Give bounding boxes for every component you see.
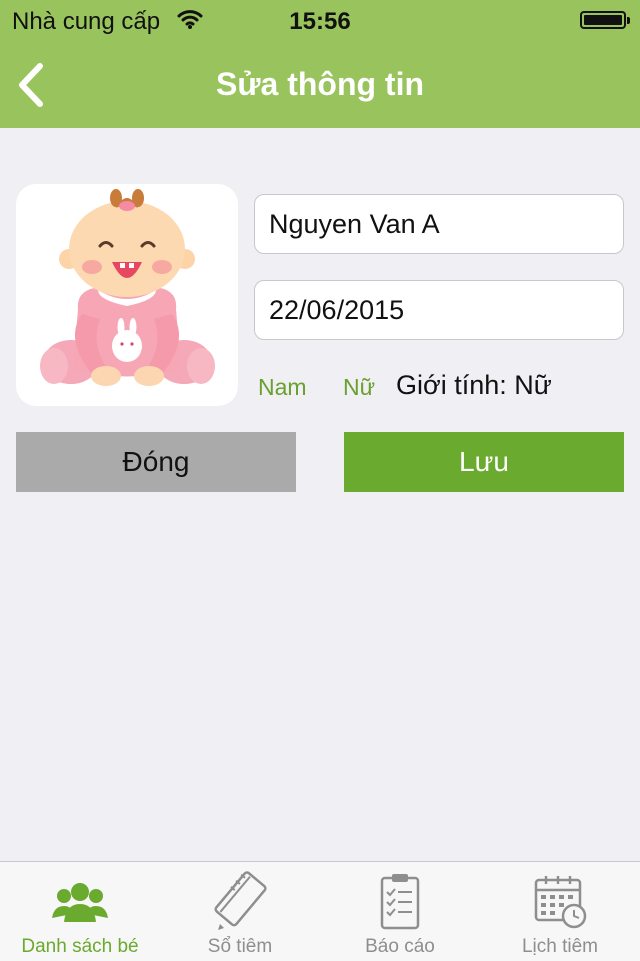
page-title: Sửa thông tin	[215, 66, 425, 102]
navigation-bar: Nhà cung cấp 15:56 Sửa thông tin	[0, 0, 640, 128]
notebook-pen-icon	[214, 871, 267, 930]
baby-illustration	[40, 189, 215, 386]
gender-label: Giới tính: Nữ	[396, 370, 552, 400]
tab-vaccination-schedule[interactable]: Lịch tiêm	[480, 862, 640, 961]
tab-bar: Danh sách bé Sổ tiêm Báo cáo Lịch tiêm	[0, 861, 640, 961]
gender-option-male[interactable]: Nam	[258, 374, 307, 401]
date-of-birth-input[interactable]: 22/06/2015	[254, 280, 624, 340]
tab-label: Sổ tiêm	[207, 936, 273, 957]
name-input[interactable]: Nguyen Van A	[254, 194, 624, 254]
close-button[interactable]: Đóng	[16, 432, 296, 492]
tab-label: Báo cáo	[365, 936, 435, 957]
status-time: 15:56	[289, 8, 351, 35]
tab-label: Danh sách bé	[21, 936, 139, 957]
tab-report[interactable]: Báo cáo	[320, 862, 480, 961]
tab-vaccination-book[interactable]: Sổ tiêm	[160, 862, 320, 961]
tab-label: Lịch tiêm	[521, 936, 599, 957]
baby-avatar[interactable]	[16, 184, 238, 406]
people-icon	[52, 883, 108, 922]
battery-icon	[580, 11, 630, 29]
save-button[interactable]: Lưu	[344, 432, 624, 492]
clipboard-checklist-icon	[380, 874, 420, 930]
calendar-clock-icon	[534, 876, 587, 929]
gender-option-female[interactable]: Nữ	[343, 374, 375, 401]
tab-children-list[interactable]: Danh sách bé	[0, 862, 160, 961]
